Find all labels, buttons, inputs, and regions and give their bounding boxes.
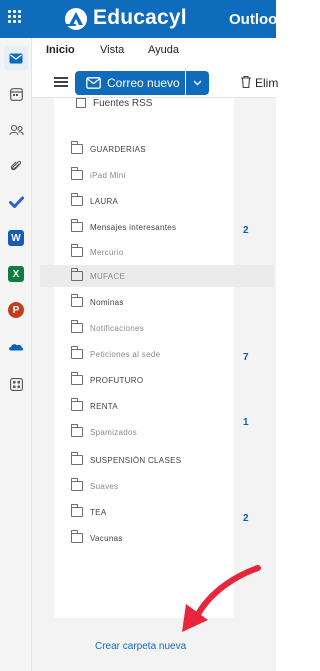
app-launcher-icon[interactable] xyxy=(8,10,22,24)
folder-item[interactable]: Peticiones al sede xyxy=(54,343,234,365)
unread-count: 1 xyxy=(243,417,249,428)
folder-label: Nominas xyxy=(90,297,124,307)
tab-vista[interactable]: Vista xyxy=(100,44,124,56)
folder-item-selected[interactable]: MUFACE xyxy=(40,265,274,287)
folder-icon xyxy=(71,294,83,307)
folder-icon xyxy=(71,424,83,437)
folder-label: Suaves xyxy=(90,481,119,491)
folder-label: Vacunas xyxy=(90,533,123,543)
folder-item[interactable]: Spamizados xyxy=(54,421,234,443)
chevron-down-icon xyxy=(193,80,202,86)
folder-item[interactable]: PROFUTURO xyxy=(54,369,234,391)
rss-checkbox[interactable] xyxy=(76,98,86,108)
folder-rss[interactable]: Fuentes RSS xyxy=(54,92,234,114)
delete-label[interactable]: Elim xyxy=(255,76,278,90)
folder-item[interactable]: RENTA xyxy=(54,395,234,417)
folder-label: LAURA xyxy=(90,196,119,206)
folder-icon xyxy=(71,167,83,180)
unread-count: 2 xyxy=(243,513,249,524)
folder-item[interactable]: Suaves xyxy=(54,475,234,497)
folder-item[interactable]: SUSPENSIÓN CLASES xyxy=(54,449,234,471)
folder-icon xyxy=(71,452,83,465)
folder-icon xyxy=(71,219,83,232)
folder-item[interactable]: Nominas xyxy=(54,291,234,313)
todo-icon[interactable] xyxy=(4,190,28,214)
folder-label: iPad Mini xyxy=(90,170,126,180)
folder-icon xyxy=(71,372,83,385)
folder-icon xyxy=(71,193,83,206)
brand-name: Educacyl xyxy=(93,6,187,29)
folder-label: SUSPENSIÓN CLASES xyxy=(90,455,182,465)
app-name[interactable]: Outlook xyxy=(229,11,286,28)
folder-item[interactable]: TEA xyxy=(54,501,234,523)
people-icon[interactable] xyxy=(4,118,28,142)
new-mail-label: Correo nuevo xyxy=(107,76,180,90)
folder-label: PROFUTURO xyxy=(90,375,144,385)
folder-icon xyxy=(71,141,83,154)
hamburger-menu-icon[interactable] xyxy=(54,75,68,89)
delete-icon[interactable] xyxy=(240,75,252,89)
folder-item[interactable]: LAURA xyxy=(54,190,234,212)
word-icon[interactable]: W xyxy=(4,226,28,250)
app-rail: W X P xyxy=(0,38,32,671)
more-apps-icon[interactable] xyxy=(4,372,28,396)
folder-item[interactable]: iPad Mini xyxy=(54,164,234,186)
folder-label: TEA xyxy=(90,507,107,517)
folder-label: Peticiones al sede xyxy=(90,349,161,359)
create-folder-link[interactable]: Crear carpeta nueva xyxy=(95,641,186,652)
annotation-arrow-icon xyxy=(182,565,261,632)
folder-icon xyxy=(71,320,83,333)
folder-icon xyxy=(71,504,83,517)
folder-icon xyxy=(71,268,83,281)
folder-label: Mercurio xyxy=(90,247,124,257)
educacyl-logo-icon xyxy=(65,8,87,30)
attach-icon[interactable] xyxy=(4,154,28,178)
active-tab-indicator xyxy=(46,24,76,26)
folder-icon xyxy=(71,478,83,491)
folder-label: GUARDERIAS xyxy=(90,144,146,154)
folder-icon xyxy=(71,530,83,543)
folder-icon xyxy=(71,244,83,257)
folder-icon xyxy=(71,346,83,359)
calendar-icon[interactable] xyxy=(4,82,28,106)
folder-label: Notificaciones xyxy=(90,323,145,333)
new-mail-icon xyxy=(86,77,101,89)
ribbon-tabs: Inicio Vista Ayuda xyxy=(32,38,276,66)
unread-count: 2 xyxy=(243,225,249,236)
folder-item[interactable]: GUARDERIAS xyxy=(54,138,234,160)
onedrive-icon[interactable] xyxy=(4,334,28,358)
folder-icon xyxy=(71,398,83,411)
folder-label: RENTA xyxy=(90,401,119,411)
folder-item[interactable]: Notificaciones xyxy=(54,317,234,339)
folder-item[interactable]: Mercurio xyxy=(54,241,234,263)
folder-label: Mensajes interesantes xyxy=(90,222,177,232)
folder-item[interactable]: Mensajes interesantes xyxy=(54,216,234,238)
folder-label: Fuentes RSS xyxy=(93,97,153,109)
mail-icon[interactable] xyxy=(4,46,28,70)
excel-icon[interactable]: X xyxy=(4,262,28,286)
folder-label: MUFACE xyxy=(90,271,126,281)
tab-inicio[interactable]: Inicio xyxy=(46,44,75,56)
folder-item[interactable]: Vacunas xyxy=(54,527,234,549)
top-bar: Educacyl Outlook xyxy=(0,0,286,38)
folder-label: Spamizados xyxy=(90,427,138,437)
unread-count: 7 xyxy=(243,352,249,363)
tab-ayuda[interactable]: Ayuda xyxy=(148,44,179,56)
powerpoint-icon[interactable]: P xyxy=(4,298,28,322)
